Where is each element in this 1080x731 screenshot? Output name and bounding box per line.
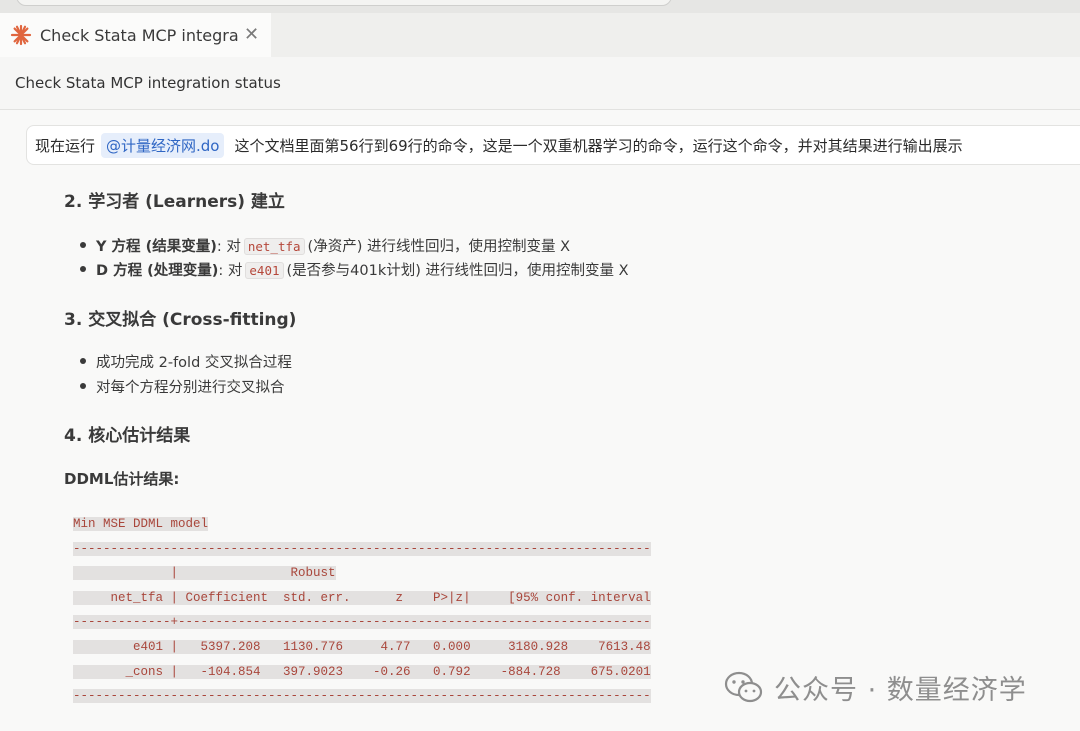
tab-title: Check Stata MCP integrat... [40, 25, 238, 45]
output-text: _cons | -104.854 397.9023 -0.26 0.792 -8… [73, 664, 651, 679]
browser-top-strip [0, 0, 1080, 13]
tab-bar: Check Stata MCP integrat... ✕ [0, 13, 1080, 57]
bullet [80, 242, 86, 248]
section-heading-crossfit: 3. 交叉拟合 (Cross-fitting) [64, 310, 297, 330]
wechat-icon [724, 671, 763, 702]
list-item: 成功完成 2-fold 交叉拟合过程 [80, 351, 292, 372]
prompt-prefix: 现在运行 [35, 136, 96, 155]
output-text: -------------+--------------------------… [73, 615, 651, 630]
section-heading-results: 4. 核心估计结果 [64, 426, 191, 446]
list-item: Y 方程 (结果变量): 对 net_tfa (净资产) 进行线性回归，使用控制变量… [80, 235, 570, 256]
output-text: Min MSE DDML model [73, 517, 209, 531]
close-icon[interactable]: ✕ [244, 26, 259, 44]
watermark: 公众号 · 数量经济学 [724, 668, 1027, 707]
item-post: (净资产) 进行线性回归，使用控制变量 X [307, 239, 571, 255]
conversation-header: Check Stata MCP integration status [0, 57, 1080, 110]
output-line: ----------------------------------------… [73, 537, 651, 562]
output-text: e401 | 5397.208 1130.776 4.77 0.000 3180… [73, 639, 651, 654]
inline-code: net_tfa [243, 238, 305, 255]
bullet [80, 383, 86, 389]
asterisk-burst-icon [10, 24, 32, 46]
address-bar[interactable] [16, 0, 672, 6]
stata-output: Min MSE DDML model ---------------------… [73, 512, 651, 709]
prompt-text: 这个文档里面第56行到69行的命令，这是一个双重机器学习的命令，运行这个命令，并… [234, 136, 963, 155]
list-item: D 方程 (处理变量): 对 e401 (是否参与401k计划) 进行线性回归，使用… [80, 259, 629, 280]
item-text: 成功完成 2-fold 交叉拟合过程 [96, 355, 292, 371]
output-line: Min MSE DDML model [73, 512, 651, 537]
bullet [80, 266, 86, 272]
output-line: | Robust [73, 561, 651, 586]
file-mention[interactable]: @计量经济网.do [101, 132, 225, 158]
output-line: -------------+--------------------------… [73, 610, 651, 635]
section-heading-learners: 2. 学习者 (Learners) 建立 [64, 192, 285, 212]
output-line: net_tfa | Coefficient std. err. z P>|z| … [73, 586, 651, 611]
tab-check-stata[interactable]: Check Stata MCP integrat... ✕ [0, 13, 271, 57]
output-line: ----------------------------------------… [73, 684, 651, 709]
item-post: (是否参与401k计划) 进行线性回归，使用控制变量 X [286, 263, 629, 279]
item-pre: : 对 [218, 263, 243, 279]
output-text: ----------------------------------------… [73, 541, 651, 556]
user-message: 现在运行 @计量经济网.do 这个文档里面第56行到69行的命令，这是一个双重机… [26, 125, 1080, 165]
inline-code: e401 [245, 262, 284, 279]
item-pre: : 对 [216, 239, 241, 255]
list-item: 对每个方程分别进行交叉拟合 [80, 376, 285, 397]
output-text: net_tfa | Coefficient std. err. z P>|z| … [73, 590, 651, 605]
subheading-ddml: DDML估计结果: [64, 470, 180, 488]
watermark-text: 公众号 · 数量经济学 [774, 675, 1027, 706]
item-bold: D 方程 (处理变量) [96, 263, 219, 279]
output-text: | Robust [73, 566, 336, 581]
output-line: e401 | 5397.208 1130.776 4.77 0.000 3180… [73, 635, 651, 660]
bullet [80, 358, 86, 364]
output-line: _cons | -104.854 397.9023 -0.26 0.792 -8… [73, 660, 651, 685]
page-title: Check Stata MCP integration status [15, 74, 281, 92]
item-bold: Y 方程 (结果变量) [96, 239, 217, 255]
item-text: 对每个方程分别进行交叉拟合 [96, 380, 285, 396]
output-text: ----------------------------------------… [73, 689, 651, 704]
